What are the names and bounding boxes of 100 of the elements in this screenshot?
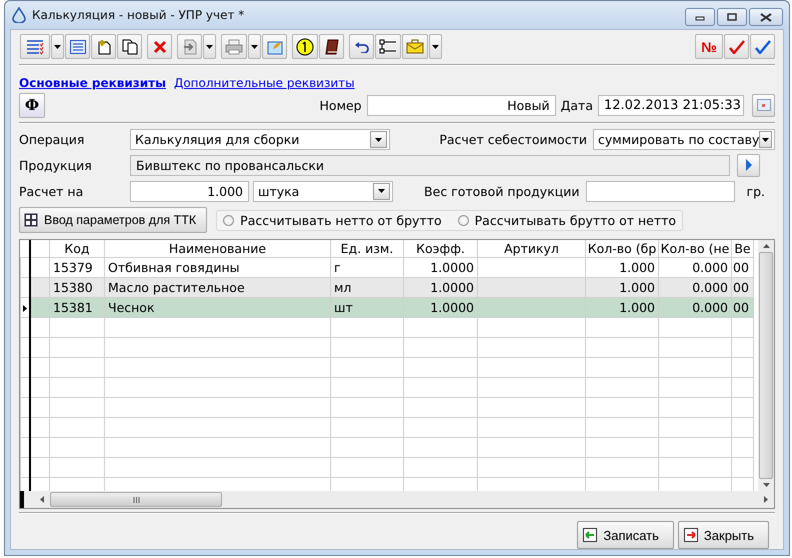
ttk-button[interactable]: Ввод параметров для ТТК xyxy=(19,207,208,234)
field-label: Номер xyxy=(320,98,362,113)
tab-link[interactable]: Основные реквизиты xyxy=(19,76,166,90)
vertical-scrollbar[interactable] xyxy=(758,240,774,492)
structure-button[interactable] xyxy=(375,34,401,60)
scroll-right-icon xyxy=(764,496,768,504)
weight-field[interactable] xyxy=(586,180,735,202)
minimize-button[interactable] xyxy=(685,8,715,26)
add-page-icon xyxy=(96,38,112,55)
dropdown-button[interactable] xyxy=(429,34,442,60)
dropdown-button[interactable] xyxy=(370,131,387,148)
table-cell: 1.0000 xyxy=(430,300,474,316)
unit-label: гр. xyxy=(746,184,765,199)
radio-option[interactable]: Рассчитывать нетто от брутто xyxy=(223,212,442,228)
arrow-left-icon xyxy=(583,528,598,542)
table-cell: 15379 xyxy=(53,260,93,276)
field-label: Расчет на xyxy=(19,184,84,199)
table-cell: г xyxy=(334,260,341,276)
list-icon xyxy=(70,40,86,54)
cost-dropdown[interactable]: суммировать по составу xyxy=(593,129,775,150)
checklist-button[interactable] xyxy=(20,34,50,60)
tab-link[interactable]: Дополнительные реквизиты xyxy=(174,76,355,90)
date-field[interactable]: 12.02.2013 21:05:33 xyxy=(598,94,744,116)
table-cell: 1.000 xyxy=(619,260,655,276)
copy-icon xyxy=(122,38,138,55)
book-button[interactable] xyxy=(319,34,344,60)
undo-button[interactable] xyxy=(349,34,374,60)
caret-icon xyxy=(251,44,258,49)
column-header[interactable]: Наименование xyxy=(104,240,330,258)
table-cell: 0.000 xyxy=(692,280,728,296)
close-button[interactable]: Закрыть xyxy=(678,521,769,550)
caret-icon xyxy=(378,189,385,194)
grid-icon xyxy=(24,213,38,228)
field-value: Калькуляция для сборки xyxy=(135,132,300,148)
table-cell: 00 xyxy=(733,300,749,316)
field-value: штука xyxy=(258,184,300,199)
column-header[interactable]: Артикул xyxy=(478,240,586,258)
radio-button[interactable] xyxy=(458,214,469,226)
number-field[interactable]: Новый xyxy=(366,94,556,116)
unit-dropdown[interactable]: штука xyxy=(253,180,393,202)
delete-button[interactable] xyxy=(147,34,172,60)
book-icon xyxy=(324,38,340,55)
row-pointer-icon xyxy=(22,305,27,312)
product-field[interactable]: Бивштекс по провансальски xyxy=(130,154,730,176)
dropdown-button[interactable] xyxy=(248,34,261,60)
column-header[interactable]: Ве xyxy=(732,240,754,258)
scroll-down-icon xyxy=(762,483,770,488)
cancel-button[interactable] xyxy=(724,34,749,60)
undo-icon xyxy=(354,40,368,53)
column-header[interactable]: Ед. изм. xyxy=(330,240,404,258)
table-cell: Масло растительное xyxy=(108,280,245,296)
calendar-button[interactable] xyxy=(752,94,775,117)
scroll-thumb[interactable] xyxy=(50,492,222,508)
dropdown-button[interactable] xyxy=(51,34,64,60)
table-cell: 15380 xyxy=(53,280,93,296)
checkmark-icon xyxy=(754,40,770,54)
radio-option[interactable]: Рассчитывать брутто от нетто xyxy=(458,212,676,228)
app-icon xyxy=(11,7,27,23)
caret-icon xyxy=(762,138,770,142)
quantity-field[interactable]: 1.000 xyxy=(130,180,249,202)
open-button[interactable] xyxy=(737,154,760,177)
briefcase-button[interactable] xyxy=(402,34,428,60)
column-header[interactable]: Кол-во (бр xyxy=(586,240,658,258)
operation-dropdown[interactable]: Калькуляция для сборки xyxy=(130,129,390,150)
table-cell: 00 xyxy=(733,280,749,296)
delete-icon xyxy=(152,40,166,54)
confirm-button[interactable] xyxy=(750,34,775,60)
number-button[interactable]: № xyxy=(695,34,723,60)
picture-button[interactable] xyxy=(262,34,287,60)
document-arrow-icon xyxy=(182,38,198,55)
field-value: суммировать по составу xyxy=(598,132,760,148)
list-button[interactable] xyxy=(65,34,90,60)
save-button[interactable]: Записать xyxy=(577,521,674,550)
table-cell: 0.000 xyxy=(692,300,728,316)
column-header[interactable]: Код xyxy=(50,240,104,258)
printer-icon xyxy=(225,38,243,55)
copy-button[interactable] xyxy=(117,34,142,60)
window-title: Калькуляция - новый - УПР учет * xyxy=(32,8,244,22)
formula-button[interactable]: Ф xyxy=(19,92,45,118)
table-cell: 1.000 xyxy=(619,300,655,316)
checkmark-icon xyxy=(728,40,744,54)
radio-button[interactable] xyxy=(223,214,234,226)
table-cell: мл xyxy=(334,280,352,296)
close-icon xyxy=(760,12,772,22)
add-page-button[interactable] xyxy=(91,34,116,60)
caret-icon xyxy=(54,44,61,49)
maximize-button[interactable] xyxy=(717,8,747,26)
numbered-circle-icon xyxy=(296,38,314,56)
close-button[interactable] xyxy=(749,8,783,26)
dropdown-button[interactable] xyxy=(203,34,216,60)
play-icon xyxy=(746,159,752,172)
dropdown-button[interactable] xyxy=(759,131,772,148)
numbered-button[interactable] xyxy=(292,34,318,60)
field-label: Продукция xyxy=(19,158,93,173)
horizontal-scrollbar[interactable] xyxy=(20,491,774,508)
column-header[interactable]: Коэфф. xyxy=(404,240,478,258)
column-header[interactable]: Кол-во (не xyxy=(658,240,732,258)
dropdown-button[interactable] xyxy=(373,182,390,200)
document-button[interactable] xyxy=(177,34,202,60)
scroll-thumb[interactable] xyxy=(759,252,773,480)
